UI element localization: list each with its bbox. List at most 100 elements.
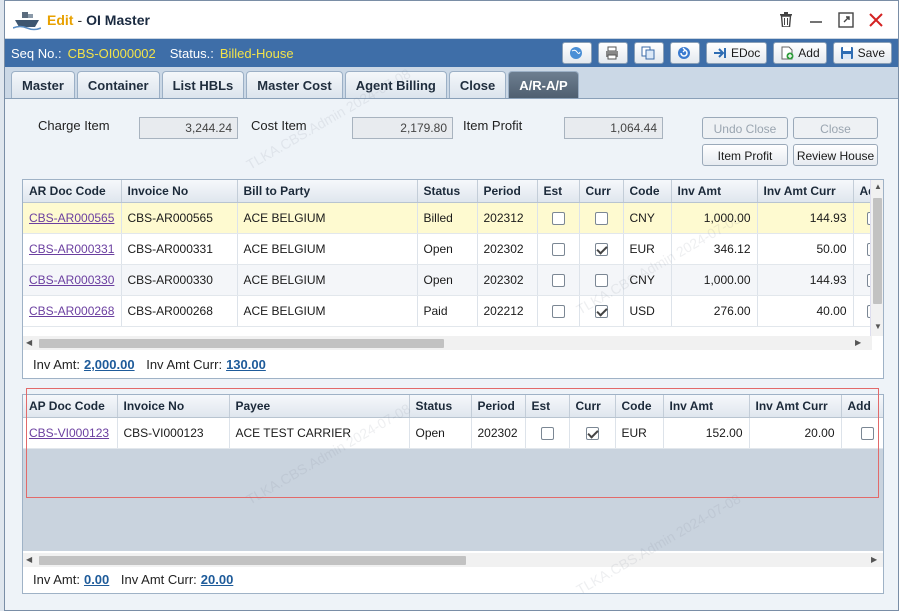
ar-inv-amt-curr-total[interactable]: 130.00 bbox=[226, 357, 266, 372]
ar-doc-code-cell: CBS-AR000331 bbox=[23, 233, 122, 265]
period-cell: 202302 bbox=[477, 233, 538, 265]
ap-column-header[interactable]: Code bbox=[615, 395, 664, 418]
est-checkbox[interactable] bbox=[551, 273, 565, 287]
ar-doc-code-link[interactable]: CBS-AR000331 bbox=[29, 242, 114, 256]
ar-panel: AR Doc Code Invoice No Bill to Party Status… bbox=[22, 179, 884, 379]
est-cell bbox=[537, 202, 580, 234]
ar-column-header[interactable]: Period bbox=[477, 180, 538, 203]
period-cell: 202312 bbox=[477, 202, 538, 234]
tab-master[interactable]: Master bbox=[11, 71, 75, 98]
refresh-button[interactable] bbox=[669, 42, 700, 64]
est-checkbox[interactable] bbox=[551, 211, 565, 225]
ar-column-header[interactable]: Inv Amt Curr bbox=[757, 180, 854, 203]
undo-close-button[interactable]: Undo Close bbox=[702, 117, 788, 139]
curr-checkbox[interactable] bbox=[594, 242, 608, 256]
edoc-button[interactable]: EDoc bbox=[705, 42, 768, 64]
window-controls bbox=[778, 11, 890, 28]
ar-column-header[interactable]: Inv Amt bbox=[671, 180, 758, 203]
tab-container[interactable]: Container bbox=[76, 71, 160, 98]
ap-doc-code-link[interactable]: CBS-VI000123 bbox=[29, 426, 109, 440]
add-checkbox[interactable] bbox=[860, 426, 874, 440]
inv-amt-curr-cell: 50.00 bbox=[757, 233, 854, 265]
est-checkbox[interactable] bbox=[551, 242, 565, 256]
item-profit-button[interactable]: Item Profit bbox=[702, 144, 788, 166]
ar-column-header[interactable]: Code bbox=[623, 180, 672, 203]
est-checkbox[interactable] bbox=[551, 304, 565, 318]
ship-icon bbox=[13, 11, 41, 30]
info-bar: Seq No.: CBS-OI000002 Status.: Billed-Ho… bbox=[5, 39, 898, 67]
ap-column-header[interactable]: Payee bbox=[229, 395, 410, 418]
ar-column-header[interactable]: AR Doc Code bbox=[23, 180, 122, 203]
party-cell: ACE BELGIUM bbox=[237, 233, 418, 265]
ap-horizontal-scrollbar[interactable]: ◀ ▶ bbox=[23, 553, 883, 567]
review-house-button[interactable]: Review House bbox=[793, 144, 878, 166]
ap-column-header[interactable]: Inv Amt bbox=[663, 395, 750, 418]
tab-master-cost[interactable]: Master Cost bbox=[246, 71, 343, 98]
tab-list-hbls[interactable]: List HBLs bbox=[161, 71, 245, 98]
inv-amt-curr-cell: 144.93 bbox=[757, 264, 854, 296]
ar-column-header[interactable]: Invoice No bbox=[121, 180, 238, 203]
ap-column-header[interactable]: Inv Amt Curr bbox=[749, 395, 842, 418]
ap-grid: AP Doc Code Invoice No Payee Status Period Es… bbox=[23, 395, 883, 449]
toolbar: EDoc Add Save bbox=[561, 42, 892, 64]
ar-column-header[interactable]: Status bbox=[417, 180, 478, 203]
save-button[interactable]: Save bbox=[832, 42, 892, 64]
ar-horizontal-scrollbar[interactable]: ◀ ▶ bbox=[23, 336, 872, 350]
ap-column-header[interactable]: Invoice No bbox=[117, 395, 230, 418]
globe-button[interactable] bbox=[561, 42, 592, 64]
ap-column-header[interactable]: Period bbox=[471, 395, 526, 418]
ar-doc-code-link[interactable]: CBS-AR000268 bbox=[29, 304, 114, 318]
ar-inv-amt-total[interactable]: 2,000.00 bbox=[84, 357, 135, 372]
ap-panel: AP Doc Code Invoice No Payee Status Period Es… bbox=[22, 394, 884, 594]
add-button[interactable]: Add bbox=[773, 42, 827, 64]
currency-code-cell: EUR bbox=[623, 233, 672, 265]
ar-doc-code-cell: CBS-AR000565 bbox=[23, 202, 122, 234]
close-icon[interactable] bbox=[868, 12, 884, 28]
period-cell: 202212 bbox=[477, 295, 538, 327]
refresh-icon bbox=[677, 47, 690, 59]
print-button[interactable] bbox=[597, 42, 628, 64]
ar-table-row[interactable]: CBS-AR000565 CBS-AR000565 ACE BELGIUM Bille… bbox=[23, 202, 872, 234]
cost-item-label: Cost Item bbox=[251, 118, 307, 133]
ap-column-header[interactable]: AP Doc Code bbox=[23, 395, 118, 418]
est-checkbox[interactable] bbox=[540, 426, 554, 440]
tab-strip: Master Container List HBLs Master Cost Agent… bbox=[5, 67, 898, 99]
edoc-label: EDoc bbox=[730, 46, 761, 60]
ap-inv-amt-total[interactable]: 0.00 bbox=[84, 572, 109, 587]
inv-amt-cell: 1,000.00 bbox=[671, 264, 758, 296]
currency-code-cell: USD bbox=[623, 295, 672, 327]
ap-column-header[interactable]: Est bbox=[525, 395, 570, 418]
curr-checkbox[interactable] bbox=[585, 426, 599, 440]
ar-vertical-scrollbar[interactable]: ▲ ▼ bbox=[870, 180, 883, 336]
ap-table-row[interactable]: CBS-VI000123 CBS-VI000123 ACE TEST CARRIER… bbox=[23, 417, 883, 449]
ar-doc-code-link[interactable]: CBS-AR000330 bbox=[29, 273, 114, 287]
copy-button[interactable] bbox=[633, 42, 664, 64]
close-button[interactable]: Close bbox=[793, 117, 878, 139]
curr-checkbox[interactable] bbox=[594, 304, 608, 318]
cost-item-field: 2,179.80 bbox=[352, 117, 453, 139]
ar-table-row[interactable]: CBS-AR000268 CBS-AR000268 ACE BELGIUM Paid 2… bbox=[23, 295, 872, 327]
ar-doc-code-link[interactable]: CBS-AR000565 bbox=[29, 211, 114, 225]
tab-agent-billing[interactable]: Agent Billing bbox=[344, 71, 447, 98]
ap-column-header[interactable]: Add bbox=[841, 395, 883, 418]
ap-column-header[interactable]: Curr bbox=[569, 395, 616, 418]
trash-icon[interactable] bbox=[778, 12, 794, 28]
ap-column-header[interactable]: Status bbox=[409, 395, 472, 418]
ap-inv-amt-curr-total[interactable]: 20.00 bbox=[201, 572, 234, 587]
ar-column-header[interactable]: Est bbox=[537, 180, 580, 203]
ap-totals: Inv Amt: 0.00 Inv Amt Curr: 20.00 bbox=[33, 572, 241, 587]
tab-a-r-a-p[interactable]: A/R-A/P bbox=[508, 71, 579, 98]
minimize-icon[interactable] bbox=[808, 12, 824, 28]
inv-amt-cell: 152.00 bbox=[663, 417, 750, 449]
maximize-icon[interactable] bbox=[838, 11, 854, 28]
invoice-no-cell: CBS-AR000565 bbox=[121, 202, 238, 234]
ar-doc-code-cell: CBS-AR000330 bbox=[23, 264, 122, 296]
seq-label: Seq No.: bbox=[11, 45, 62, 61]
curr-checkbox[interactable] bbox=[594, 211, 608, 225]
curr-checkbox[interactable] bbox=[594, 273, 608, 287]
ar-table-row[interactable]: CBS-AR000331 CBS-AR000331 ACE BELGIUM Open 2… bbox=[23, 233, 872, 265]
tab-close[interactable]: Close bbox=[448, 71, 507, 98]
ar-table-row[interactable]: CBS-AR000330 CBS-AR000330 ACE BELGIUM Open 2… bbox=[23, 264, 872, 296]
ar-column-header[interactable]: Bill to Party bbox=[237, 180, 418, 203]
ar-column-header[interactable]: Curr bbox=[579, 180, 624, 203]
